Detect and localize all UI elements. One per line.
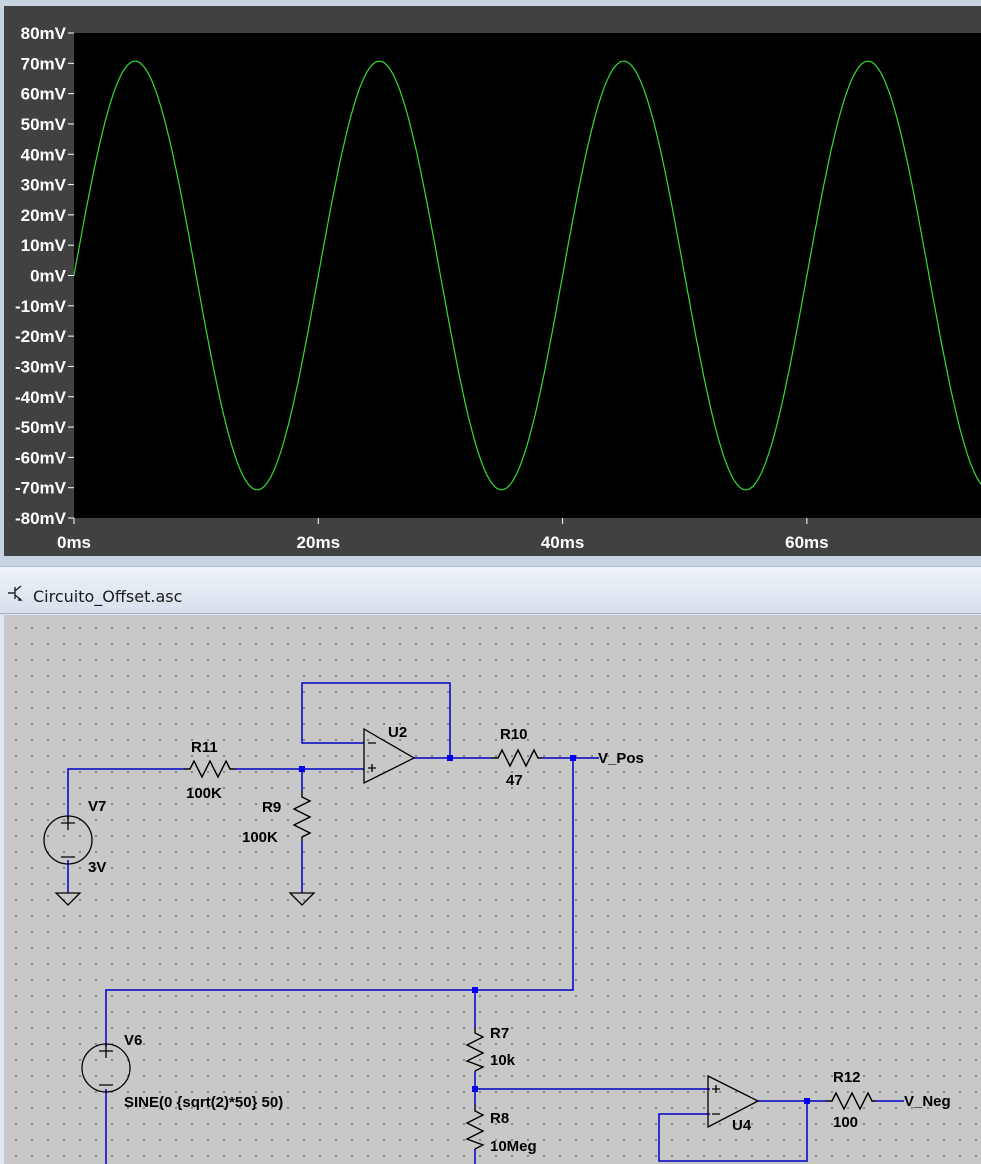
y-tick-label: -30mV	[15, 357, 67, 376]
y-tick-label: 30mV	[21, 176, 67, 195]
y-tick-label: -50mV	[15, 418, 67, 437]
r12-name: R12	[833, 1069, 861, 1086]
resistor-r10[interactable]	[492, 748, 542, 768]
schematic-file-name: Circuito_Offset.asc	[33, 587, 183, 606]
y-tick-label: 10mV	[21, 236, 67, 255]
x-tick-label: 20ms	[297, 533, 340, 552]
v7-name: V7	[88, 798, 106, 815]
y-tick-label: -20mV	[15, 327, 67, 346]
r10-name: R10	[500, 726, 528, 743]
junctions	[299, 755, 810, 1104]
labels: R11 100K R9 100K U2 R10 47 V_Pos V7 3V V…	[88, 724, 951, 1155]
v6-value: SINE(0 {sqrt(2)*50} 50)	[124, 1094, 283, 1111]
schematic-canvas[interactable]: R11 100K R9 100K U2 R10 47 V_Pos V7 3V V…	[4, 615, 981, 1164]
schematic-icon	[8, 585, 23, 601]
wire[interactable]	[301, 682, 451, 758]
y-tick-label: 0mV	[30, 267, 67, 286]
y-tick-label: -40mV	[15, 388, 67, 407]
grounds	[54, 892, 316, 906]
wire[interactable]	[67, 768, 184, 820]
schematic-tab[interactable]: Circuito_Offset.asc	[0, 567, 981, 614]
y-tick-label: -70mV	[15, 479, 67, 498]
y-tick-label: 50mV	[21, 115, 67, 134]
schematic-window: Circuito_Offset.asc R11 100K R9 100K U2 …	[0, 566, 981, 1164]
x-tick-label: 40ms	[541, 533, 584, 552]
waveform-chart[interactable]: 80mV 70mV 60mV 50mV 40mV 30mV 20mV 10mV 0mV -10mV…	[4, 6, 981, 556]
u4-name: U4	[732, 1117, 752, 1134]
ground-icon	[288, 892, 316, 906]
y-tick-label: 20mV	[21, 206, 67, 225]
v6-name: V6	[124, 1032, 142, 1049]
waveform-viewer[interactable]: 80mV 70mV 60mV 50mV 40mV 30mV 20mV 10mV 0mV -10mV…	[0, 0, 981, 558]
net-label-v-pos[interactable]: V_Pos	[598, 750, 644, 767]
r9-name: R9	[262, 799, 281, 816]
voltage-source-v6[interactable]	[81, 1043, 131, 1093]
ground-icon	[54, 892, 82, 906]
x-tick-label: 60ms	[785, 533, 828, 552]
r7-name: R7	[490, 1025, 509, 1042]
wire[interactable]	[105, 758, 574, 1047]
r7-value: 10k	[490, 1052, 516, 1069]
r11-name: R11	[191, 739, 218, 756]
resistor-r12[interactable]	[826, 1091, 876, 1111]
y-tick-label: -80mV	[15, 509, 67, 528]
net-label-v-neg[interactable]: V_Neg	[904, 1093, 951, 1110]
junction	[804, 1098, 810, 1104]
schematic-drawing: R11 100K R9 100K U2 R10 47 V_Pos V7 3V V…	[43, 682, 951, 1164]
waveform-frame: 80mV 70mV 60mV 50mV 40mV 30mV 20mV 10mV 0mV -10mV…	[4, 6, 981, 556]
y-tick-label: -60mV	[15, 448, 67, 467]
junction	[472, 1086, 478, 1092]
y-tick-label: -10mV	[15, 297, 67, 316]
junction	[472, 987, 478, 993]
sources	[43, 815, 131, 1093]
y-tick-label: 60mV	[21, 85, 67, 104]
junction	[570, 755, 576, 761]
v7-value: 3V	[88, 859, 106, 876]
r12-value: 100	[833, 1114, 858, 1131]
opamps	[363, 727, 760, 1129]
voltage-source-v7[interactable]	[43, 815, 93, 865]
y-tick-label: 80mV	[21, 24, 67, 43]
x-tick-label: 0ms	[57, 533, 91, 552]
resistor-r9[interactable]	[292, 791, 312, 841]
r8-name: R8	[490, 1110, 509, 1127]
r9-value: 100K	[242, 829, 278, 846]
x-axis: 0ms 20ms 40ms 60ms	[57, 518, 829, 552]
resistor-r8[interactable]	[465, 1105, 485, 1150]
junction	[299, 766, 305, 772]
r10-value: 47	[506, 772, 523, 789]
r11-value: 100K	[186, 785, 222, 802]
y-axis: 80mV 70mV 60mV 50mV 40mV 30mV 20mV 10mV 0mV -10mV…	[15, 24, 74, 528]
resistor-r11[interactable]	[184, 759, 236, 779]
resistor-r7[interactable]	[465, 1027, 485, 1072]
junction	[447, 755, 453, 761]
y-tick-label: 70mV	[21, 54, 67, 73]
r8-value: 10Meg	[490, 1138, 537, 1155]
y-tick-label: 40mV	[21, 145, 67, 164]
u2-name: U2	[388, 724, 407, 741]
